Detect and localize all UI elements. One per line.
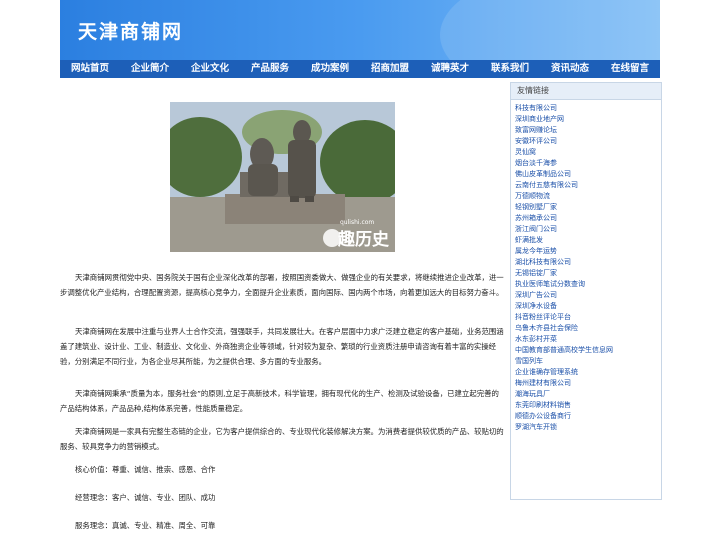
nav-item-about[interactable]: 企业简介 [120,60,180,78]
friend-link[interactable]: 执业医师笔试分数查询 [515,279,661,290]
intro-paragraph-4: 天津商铺网是一家具有完整生态链的企业，它为客户提供综合的、专业现代化装修解决方案… [60,427,504,451]
friend-link[interactable]: 中国教育部普通高校学生信息网 [515,345,661,356]
nav-item-culture[interactable]: 企业文化 [180,60,240,78]
service-philosophy: 服务理念：真诚、专业、精准、周全、可靠 [75,521,216,530]
friend-link[interactable]: 企业谁确存管理系统 [515,367,661,378]
friend-link[interactable]: 深圳广告公司 [515,290,661,301]
watermark-logo: 趣历史 [337,229,390,250]
friend-link[interactable]: 深圳净水设备 [515,301,661,312]
header-banner: 天津商铺网 [60,0,660,60]
intro-paragraph-2: 天津商铺网在发展中注重与业界人士合作交流，强强联手，共同发展壮大。在客户层面中力… [60,327,504,366]
friend-links-title: 友情链接 [511,83,661,100]
business-philosophy: 经营理念：客户、诚信、专业、团队、成功 [75,493,216,502]
friend-link[interactable]: 佛山皮革制品公司 [515,169,661,180]
nav-item-home[interactable]: 网站首页 [60,60,120,78]
watermark-url: qulishi.com [340,219,374,226]
friend-link[interactable]: 安徽环评公司 [515,136,661,147]
site-title[interactable]: 天津商铺网 [78,17,183,44]
friend-link[interactable]: 烟台淡千海参 [515,158,661,169]
friend-link[interactable]: 致富网赚论坛 [515,125,661,136]
friend-link[interactable]: 浙江阀门公司 [515,224,661,235]
friend-link[interactable]: 梅州建材有限公司 [515,378,661,389]
friend-link[interactable]: 抖音粉丝评论平台 [515,312,661,323]
friend-link[interactable]: 深圳商业地产网 [515,114,661,125]
nav-item-news[interactable]: 资讯动态 [540,60,600,78]
friend-link[interactable]: 东莞印刷材料销售 [515,400,661,411]
core-values: 核心价值：尊重、诚信、推崇、感恩、合作 [75,465,216,474]
friend-link[interactable]: 雪国列车 [515,356,661,367]
nav-item-products[interactable]: 产品服务 [240,60,300,78]
friend-link[interactable]: 水东彭村开菜 [515,334,661,345]
friend-link[interactable]: 潮海玩具厂 [515,389,661,400]
content-area: qulishi.com 趣历史 天津商铺网贯彻党中央、国务院关于国有企业深化改革… [60,78,662,540]
friend-link[interactable]: 虾满批发 [515,235,661,246]
friend-links-list: 科技有限公司 深圳商业地产网 致富网赚论坛 安徽环评公司 灵仙窝 烟台淡千海参 佛山皮革制品… [511,100,661,433]
friend-link[interactable]: 灵仙窝 [515,147,661,158]
main-nav: 网站首页 企业简介 企业文化 产品服务 成功案例 招商加盟 诚聘英才 联系我们 … [60,60,660,78]
friend-link[interactable]: 罗湖汽车开锁 [515,422,661,433]
nav-item-message[interactable]: 在线留言 [600,60,660,78]
page: 天津商铺网 网站首页 企业简介 企业文化 产品服务 成功案例 招商加盟 诚聘英才… [60,0,662,540]
friend-link[interactable]: 苏州箱承公司 [515,213,661,224]
friend-links-panel: 友情链接 科技有限公司 深圳商业地产网 致富网赚论坛 安徽环评公司 灵仙窝 烟台淡千海参佛… [510,82,662,500]
friend-link[interactable]: 顺德办公设备商行 [515,411,661,422]
nav-item-jobs[interactable]: 诚聘英才 [420,60,480,78]
intro-paragraph-3: 天津商铺网秉承“质量为本，服务社会”的原则,立足于高新技术，科学管理，拥有现代化… [60,389,499,413]
friend-link[interactable]: 万德顺物流 [515,191,661,202]
nav-item-contact[interactable]: 联系我们 [480,60,540,78]
intro-paragraph-1: 天津商铺网贯彻党中央、国务院关于国有企业深化改革的部署，按照国资委做大、做强企业… [60,273,504,297]
friend-link[interactable]: 湖北科技有限公司 [515,257,661,268]
hero-image: qulishi.com 趣历史 [170,102,395,252]
nav-item-cases[interactable]: 成功案例 [300,60,360,78]
friend-link[interactable]: 科技有限公司 [515,103,661,114]
friend-link[interactable]: 乌鲁木齐县社会保险 [515,323,661,334]
nav-item-franchise[interactable]: 招商加盟 [360,60,420,78]
friend-link[interactable]: 轻钢别墅厂家 [515,202,661,213]
friend-link[interactable]: 云南付五慈有限公司 [515,180,661,191]
friend-link[interactable]: 属龙今年运势 [515,246,661,257]
friend-link[interactable]: 无锡铝锭厂家 [515,268,661,279]
statue-photo: qulishi.com 趣历史 [170,102,395,252]
